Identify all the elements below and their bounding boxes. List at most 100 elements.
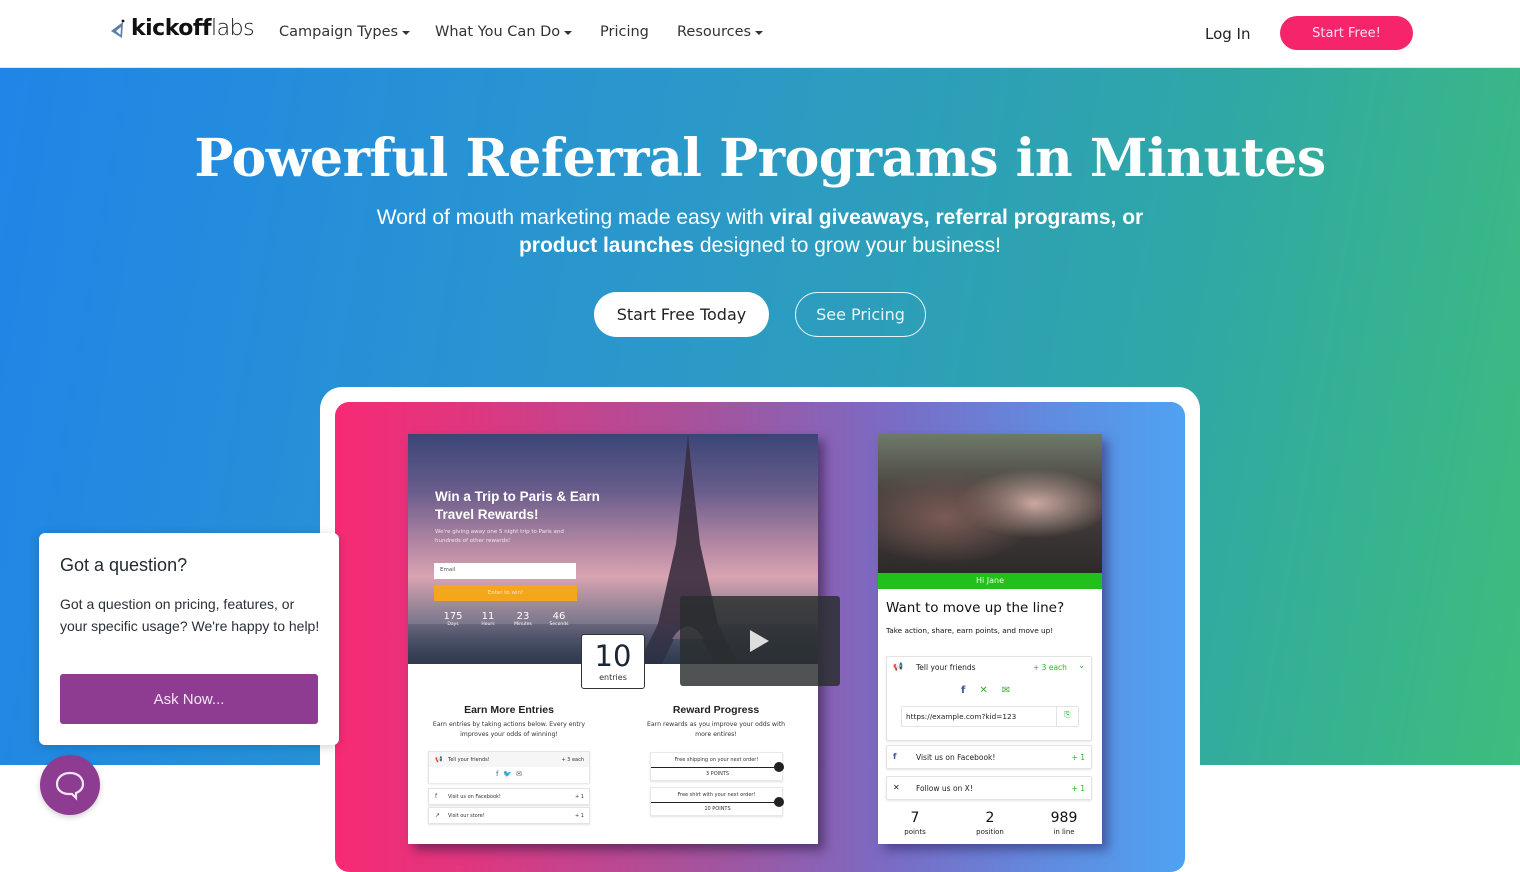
nav-pricing[interactable]: Pricing [600,24,649,40]
countdown-days: 175 Days [438,611,468,627]
action-store[interactable]: ↗ Visit our store! + 1 [428,807,590,824]
stat-value: 989 [1050,810,1078,826]
nav-label: Pricing [600,24,649,40]
countdown-minutes: 23 Minutes [508,611,538,627]
caret-down-icon [755,31,764,35]
x-icon[interactable]: ✕ [979,685,987,696]
stat-position: 2 position [955,810,1025,836]
action-points: + 3 each [561,757,584,763]
countdown-label: Minutes [514,622,532,627]
countdown-value: 23 [516,611,530,622]
chat-heading: Got a question? [60,555,188,575]
play-icon[interactable] [750,630,769,652]
email-icon[interactable]: ✉ [1002,685,1010,696]
x-icon: ✕ [893,783,900,792]
action-points: + 1 [575,813,584,819]
referral-url-field[interactable]: https://example.com?kid=123 ⎘ [901,706,1079,727]
share-icons: f 🐦 ✉ [429,767,589,783]
megaphone-icon: 📢 [435,756,443,763]
login-link[interactable]: Log In [1205,25,1251,43]
nav-label: Resources [677,24,752,40]
reward-points: 3 POINTS [705,771,730,777]
hero-sub-text: Word of mouth marketing made easy with [376,206,770,229]
reward-progress-heading: Reward Progress [672,704,760,716]
crowd-image [878,434,1102,573]
countdown-label: Days [447,622,459,627]
hero-title: Powerful Referral Programs in Minutes [194,128,1326,189]
reward-label: Free shipping on your next order! [674,757,759,763]
reward-progress-bar [651,802,779,803]
reward-points: 10 POINTS [704,806,731,812]
chevron-down-icon[interactable]: ⌄ [1078,661,1085,670]
email-icon[interactable]: ✉ [516,770,522,778]
stat-label: position [976,828,1004,836]
earn-entries-text: Earn entries by taking actions below. Ev… [432,721,586,738]
stat-value: 7 [910,810,920,826]
reward-progress-text: Earn rewards as you improve your odds wi… [646,721,786,738]
external-link-icon: ↗ [435,812,441,819]
giveaway-text: We're giving away one 5 night trip to Pa… [435,529,564,544]
chat-bubble-icon [55,771,85,801]
logo-light: labs [211,16,255,41]
caret-down-icon [564,31,573,35]
nav-label: Campaign Types [279,24,399,40]
countdown-value: 175 [443,611,463,622]
countdown-seconds: 46 Seconds [544,611,574,627]
action-label: Follow us on X! [916,784,973,793]
entries-value: 10 [594,639,632,673]
stat-label: points [904,828,926,836]
facebook-icon[interactable]: f [961,685,965,696]
copy-icon[interactable]: ⎘ [1056,707,1078,726]
countdown-label: Seconds [549,622,569,627]
giveaway-email-input[interactable]: Email [434,563,576,579]
waitlist-text: Take action, share, earn points, and mov… [886,626,1054,635]
action-facebook[interactable]: f Visit us on Facebook! + 1 [886,745,1092,769]
tell-friends-panel[interactable]: 📢 Tell your friends + 3 each ⌄ f ✕ ✉ htt… [886,656,1092,741]
facebook-icon[interactable]: f [496,770,498,778]
video-player[interactable] [680,596,840,686]
ask-now-button[interactable]: Ask Now... [60,674,318,724]
entries-label: entries [599,673,627,682]
countdown-value: 11 [481,611,495,622]
start-free-button[interactable]: Start Free! [1280,16,1413,50]
action-points: + 1 [1071,784,1085,793]
enter-to-win-button[interactable]: Enter to win! [434,585,577,601]
giveaway-heading: Win a Trip to Paris & Earn Travel Reward… [435,489,600,522]
waitlist-heading: Want to move up the line? [886,600,1065,616]
facebook-icon: f [893,752,897,761]
hero-subtitle: Word of mouth marketing made easy with v… [340,204,1180,260]
nav-resources[interactable]: Resources [677,24,764,40]
waitlist-preview-card: Hi Jane Want to move up the line? Take a… [878,434,1102,844]
tell-points: + 3 each [1033,663,1067,672]
chat-launcher-button[interactable] [40,755,100,815]
countdown-hours: 11 Hours [473,611,503,627]
start-free-today-button[interactable]: Start Free Today [594,292,769,337]
share-icons: f ✕ ✉ [961,685,1010,696]
reward-label: Free shirt with your next order! [677,792,756,798]
action-points: + 1 [1071,753,1085,762]
twitter-icon[interactable]: 🐦 [503,770,512,778]
logo[interactable]: kickoff labs [108,16,255,41]
action-label: Visit us on Facebook! [916,753,996,762]
action-tell-friends[interactable]: 📢 Tell your friends! + 3 each f 🐦 ✉ [428,751,590,783]
reward-item: Free shirt with your next order! 10 POIN… [650,787,784,816]
countdown-value: 46 [552,611,566,622]
stat-in-line: 989 in line [1029,810,1099,836]
countdown-label: Hours [481,622,495,627]
reward-progress-bar [651,767,779,768]
top-nav: kickoff labs Campaign Types What You Can … [0,0,1520,68]
nav-what-you-can-do[interactable]: What You Can Do [435,24,573,40]
reward-item: Free shipping on your next order! 3 POIN… [650,752,784,781]
action-follow-x[interactable]: ✕ Follow us on X! + 1 [886,776,1092,800]
see-pricing-button[interactable]: See Pricing [795,292,926,337]
hero-sub-text: designed to grow your business! [694,234,1002,257]
nav-campaign-types[interactable]: Campaign Types [279,24,411,40]
action-label: Visit us on Facebook! [448,794,501,800]
action-label: Visit our store! [448,813,485,819]
referral-url: https://example.com?kid=123 [906,712,1017,721]
action-facebook[interactable]: f Visit us on Facebook! + 1 [428,788,590,805]
facebook-icon: f [435,793,438,800]
chat-text: Got a question on pricing, features, or … [60,596,320,634]
nav-label: What You Can Do [435,24,561,40]
tell-label: Tell your friends [916,663,976,672]
